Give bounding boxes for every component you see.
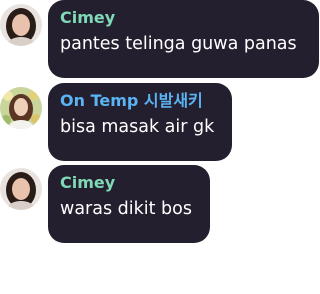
avatar[interactable] — [0, 168, 42, 210]
sender-name[interactable]: Cimey — [60, 173, 198, 193]
sender-name[interactable]: Cimey — [60, 8, 307, 28]
message-text: waras dikit bos — [60, 199, 192, 219]
message-bubble[interactable]: On Temp 시발새키 bisa masak air gk — [48, 83, 232, 161]
avatar[interactable] — [0, 4, 42, 46]
avatar[interactable] — [0, 87, 42, 129]
sender-name[interactable]: On Temp 시발새키 — [60, 91, 220, 111]
message-text: bisa masak air gk — [60, 117, 215, 137]
message-bubble[interactable]: Cimey pantes telinga guwa panas — [48, 0, 319, 78]
message-text: pantes telinga guwa panas — [60, 34, 297, 54]
message-bubble[interactable]: Cimey waras dikit bos — [48, 165, 210, 243]
